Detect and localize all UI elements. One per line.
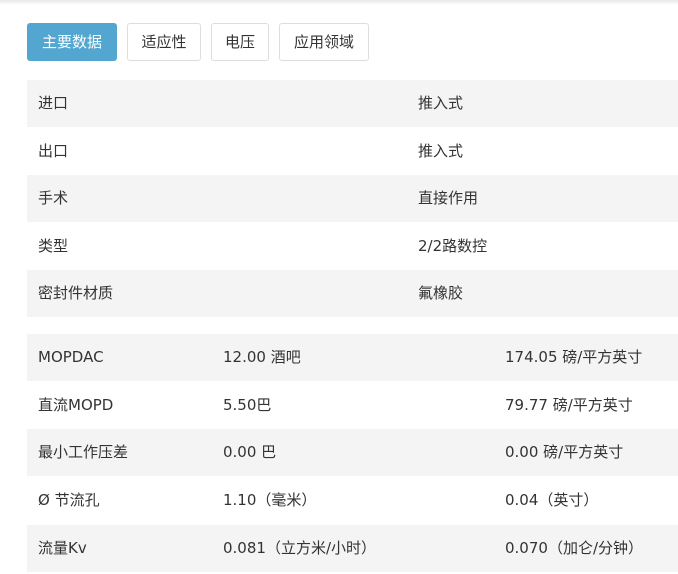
pressure-key: 直流MOPD <box>38 396 114 414</box>
metric-value: 1.10（毫米） <box>223 491 317 509</box>
table-row: 进口 推入式 <box>27 80 678 127</box>
imperial-value: 0.04（英寸） <box>505 491 599 509</box>
pressure-key: Ø 节流孔 <box>38 491 100 509</box>
pressure-key: 流量Kv <box>38 539 87 557</box>
imperial-value: 0.070（加仑/分钟） <box>505 539 643 557</box>
table-row: 类型 2/2路数控 <box>27 223 678 270</box>
tab-main-data[interactable]: 主要数据 <box>27 23 117 61</box>
imperial-value: 79.77 磅/平方英寸 <box>505 396 633 414</box>
spec-value: 直接作用 <box>418 189 479 207</box>
spec-key: 出口 <box>38 142 69 160</box>
imperial-value: 0.00 磅/平方英寸 <box>505 443 624 461</box>
table-row: 流量Kv 0.081（立方米/小时） 0.070（加仑/分钟） <box>27 525 678 572</box>
table-row: 直流MOPD 5.50巴 79.77 磅/平方英寸 <box>27 382 678 429</box>
spec-value: 推入式 <box>418 142 464 160</box>
metric-value: 12.00 酒吧 <box>223 348 301 366</box>
tab-applications[interactable]: 应用领域 <box>279 23 369 61</box>
spec-key: 进口 <box>38 94 69 112</box>
imperial-value: 174.05 磅/平方英寸 <box>505 348 643 366</box>
pressure-key: MOPDAC <box>38 348 104 366</box>
spec-key: 类型 <box>38 237 69 255</box>
metric-value: 0.081（立方米/小时） <box>223 539 376 557</box>
table-row: Ø 节流孔 1.10（毫米） 0.04（英寸） <box>27 477 678 524</box>
tab-adaptability[interactable]: 适应性 <box>127 23 201 61</box>
spec-key: 密封件材质 <box>38 284 114 302</box>
table-row: 最小工作压差 0.00 巴 0.00 磅/平方英寸 <box>27 429 678 476</box>
top-edge-shadow <box>0 0 678 5</box>
spec-value: 推入式 <box>418 94 464 112</box>
tab-voltage[interactable]: 电压 <box>211 23 269 61</box>
pressure-key: 最小工作压差 <box>38 443 129 461</box>
table-row: 密封件材质 氟橡胶 <box>27 270 678 317</box>
spec-value: 2/2路数控 <box>418 237 488 255</box>
table-row: 出口 推入式 <box>27 128 678 175</box>
metric-value: 0.00 巴 <box>223 443 277 461</box>
table-row: 手术 直接作用 <box>27 175 678 222</box>
spec-key: 手术 <box>38 189 69 207</box>
table-row: MOPDAC 12.00 酒吧 174.05 磅/平方英寸 <box>27 334 678 381</box>
metric-value: 5.50巴 <box>223 396 272 414</box>
spec-value: 氟橡胶 <box>418 284 464 302</box>
